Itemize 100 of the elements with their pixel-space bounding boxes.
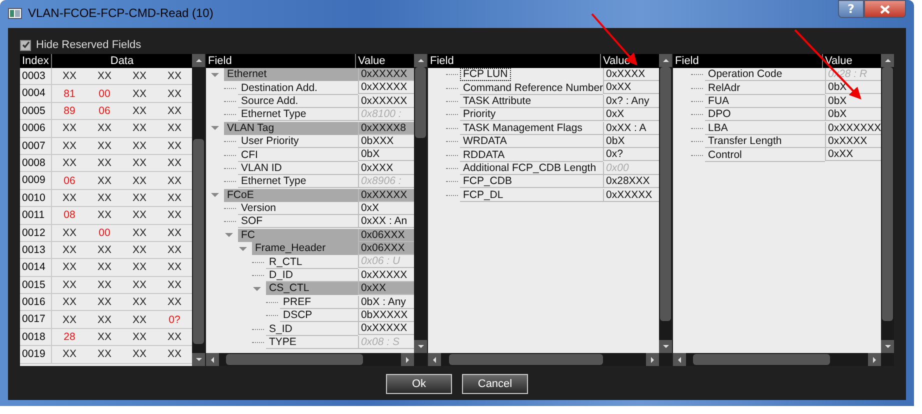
value-cell: 0xXX xyxy=(358,282,414,296)
table-cell: 0007 xyxy=(20,138,52,154)
table-cell-text: XX xyxy=(166,296,182,308)
column-header[interactable]: Data xyxy=(52,54,192,68)
tree-item[interactable]: TASK Attribute xyxy=(460,94,604,108)
vertical-scrollbar[interactable] xyxy=(659,54,672,353)
table-cell-text: 00 xyxy=(98,88,112,100)
table-cell-text: XX xyxy=(131,278,148,291)
vertical-scrollbar[interactable] xyxy=(192,54,205,366)
value-cell: 0x06 : U xyxy=(358,255,414,268)
table-cell: 0016 xyxy=(20,294,52,310)
horizontal-scrollbar[interactable] xyxy=(673,353,881,366)
vertical-scrollbar[interactable] xyxy=(414,54,427,353)
table-cell-text: XX xyxy=(61,314,78,326)
tree-item[interactable]: Priority xyxy=(460,108,604,122)
table-cell-text: XX xyxy=(96,261,112,274)
value-cell: 0xXXXXX xyxy=(358,322,414,336)
table-cell: 0013 xyxy=(20,242,52,258)
tree-item[interactable]: Additional FCP_CDB Length xyxy=(460,162,604,175)
tree-item[interactable]: FUA xyxy=(705,94,825,108)
ok-button[interactable]: Ok xyxy=(386,374,452,394)
column-header[interactable]: Value xyxy=(823,54,881,68)
table-cell-text: XX xyxy=(61,348,78,360)
table-cell-text: XX xyxy=(166,88,182,100)
table-cell-text: XX xyxy=(131,296,148,308)
tree-item[interactable]: Version xyxy=(238,202,358,216)
tree-item[interactable]: PREF xyxy=(280,296,358,309)
table-cell-text: 28 xyxy=(62,331,76,344)
tree-item[interactable]: RDDATA xyxy=(460,148,604,162)
tree-item[interactable]: FCP_DL xyxy=(460,188,604,202)
tree-item[interactable]: VLAN ID xyxy=(238,162,358,175)
value-cell: 0xX xyxy=(358,202,414,215)
table-cell: 0014 xyxy=(20,259,52,276)
tree-item[interactable]: FCoE xyxy=(224,188,358,202)
table-cell-text: XX xyxy=(166,209,182,222)
table-cell-text: XX xyxy=(96,244,112,256)
tree-item[interactable]: R_CTL xyxy=(266,256,358,269)
column-header[interactable]: Value xyxy=(356,54,414,68)
table-cell-text: XX xyxy=(131,174,148,187)
tree-item[interactable]: Control xyxy=(705,148,825,162)
close-button[interactable] xyxy=(864,0,906,18)
table-cell: 0003 xyxy=(20,68,52,84)
tree-item[interactable]: RelAdr xyxy=(705,82,825,95)
tree-item[interactable]: FCP_CDB xyxy=(460,175,604,188)
tree-item[interactable]: Command Reference Number xyxy=(460,82,604,95)
table-cell-text: XX xyxy=(131,70,148,82)
tree-item[interactable]: FCP LUN xyxy=(460,68,511,82)
tree-item[interactable]: Ethernet Type xyxy=(238,108,358,122)
tree-item[interactable]: S_ID xyxy=(266,322,358,336)
tree-item[interactable]: VLAN Tag xyxy=(224,122,358,135)
tree-item[interactable]: Frame_Header xyxy=(252,242,358,256)
table-cell-text: XX xyxy=(131,192,148,204)
column-header[interactable]: Field xyxy=(673,54,823,68)
table-cell-text: XX xyxy=(96,331,112,344)
tree-item[interactable]: Operation Code xyxy=(705,68,825,82)
tree-item[interactable]: Ethernet xyxy=(224,68,358,82)
table-cell-text: XX xyxy=(131,122,148,134)
table-cell-text: XX xyxy=(166,192,182,204)
tree-item[interactable]: TYPE xyxy=(266,336,358,349)
horizontal-scrollbar[interactable] xyxy=(206,353,414,366)
column-header[interactable]: Field xyxy=(428,54,602,68)
tree-item[interactable]: TASK Management Flags xyxy=(460,122,604,135)
tree-item[interactable]: DSCP xyxy=(280,309,358,322)
tree-item[interactable]: WRDATA xyxy=(460,135,604,148)
table-cell-text: XX xyxy=(96,209,112,222)
value-cell: 0x8100 : xyxy=(358,108,414,122)
tree-item[interactable]: Transfer Length xyxy=(705,135,825,148)
value-cell: 0xXXXXX xyxy=(358,68,414,81)
tree-item[interactable]: Ethernet Type xyxy=(238,175,358,188)
table-cell-text: 06 xyxy=(98,104,112,117)
table-cell-text: XX xyxy=(166,140,182,152)
tree-item[interactable]: LBA xyxy=(705,122,825,135)
window-title: VLAN-FCOE-FCP-CMD-Read (10) xyxy=(28,6,214,20)
table-cell-text: XX xyxy=(61,261,78,274)
value-cell: 0bX xyxy=(358,148,414,162)
window-icon xyxy=(8,8,22,18)
checkbox[interactable] xyxy=(20,40,31,50)
column-header[interactable]: Index xyxy=(20,54,52,68)
tree-item[interactable]: FC xyxy=(238,228,358,242)
table-cell-text: XX xyxy=(96,296,112,308)
table-cell-text: XX xyxy=(131,104,148,117)
horizontal-scrollbar[interactable] xyxy=(428,353,660,366)
tree-item[interactable]: DPO xyxy=(705,108,825,122)
value-cell: 0x06XXX xyxy=(358,242,414,256)
table-cell-text: XX xyxy=(96,278,112,291)
tree-item[interactable]: Destination Add. xyxy=(238,82,358,95)
table-cell-text: XX xyxy=(131,209,148,222)
table-cell-text: XX xyxy=(131,348,148,360)
table-cell-text: XX xyxy=(166,331,182,344)
tree-item[interactable]: SOF xyxy=(238,215,358,228)
value-cell: 0xXXXXX xyxy=(358,188,414,202)
table-cell: 0008 xyxy=(20,154,52,172)
tree-item[interactable]: Source Add. xyxy=(238,94,358,108)
vertical-scrollbar[interactable] xyxy=(881,54,894,353)
value-cell: 0x08 : S xyxy=(358,336,414,349)
tree-item[interactable]: CS_CTL xyxy=(266,282,358,296)
cancel-button[interactable]: Cancel xyxy=(462,374,528,394)
tree-item[interactable]: User Priority xyxy=(238,135,358,148)
tree-item[interactable]: CFI xyxy=(238,148,358,162)
table-cell-text: XX xyxy=(166,348,182,360)
